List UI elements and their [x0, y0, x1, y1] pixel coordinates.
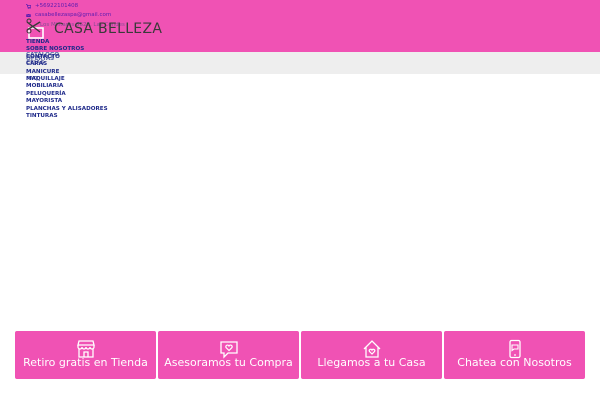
menu-item-mobiliaria[interactable]: MOBILIARIA — [26, 83, 108, 90]
feature-delivery[interactable]: Llegamos a tu Casa — [301, 331, 442, 379]
feature-chat[interactable]: Chatea con Nosotros — [444, 331, 585, 379]
menu-item-cejas[interactable]: CEJAS — [26, 60, 59, 66]
feature-advice[interactable]: Asesoramos tu Compra — [158, 331, 299, 379]
feature-advice-label: Asesoramos tu Compra — [164, 356, 293, 369]
feature-pickup[interactable]: Retiro gratis en Tienda — [15, 331, 156, 379]
feature-pickup-label: Retiro gratis en Tienda — [23, 356, 148, 369]
logo-scissors-icon — [26, 18, 44, 39]
menu-item-peluqueria[interactable]: PELUQUERÍA — [26, 91, 108, 98]
menu-item-tinturas[interactable]: TINTURAS — [26, 113, 108, 120]
features-bar: Retiro gratis en Tienda Asesoramos tu Co… — [15, 331, 585, 379]
site-logo[interactable]: CASA BELLEZA — [26, 18, 162, 40]
logo-wordmark: CASA BELLEZA — [54, 21, 163, 37]
menu-item-tienda[interactable]: TIENDA — [26, 39, 108, 46]
mail-icon — [26, 13, 31, 17]
overlapping-menu: CATÁLOGO OFERTAS CEJAS FAQ — [26, 52, 59, 82]
feature-delivery-label: Llegamos a tu Casa — [317, 356, 426, 369]
cart-icon — [26, 3, 31, 9]
feature-chat-label: Chatea con Nosotros — [457, 356, 572, 369]
contact-phone[interactable]: +56922101408 — [26, 3, 78, 9]
menu-item-planchas[interactable]: PLANCHAS Y ALISADORES — [26, 106, 108, 113]
menu-item-faq[interactable]: FAQ — [26, 76, 59, 82]
menu-item-mayorista[interactable]: MAYORISTA — [26, 98, 108, 105]
phone-number: +56922101408 — [35, 3, 79, 9]
